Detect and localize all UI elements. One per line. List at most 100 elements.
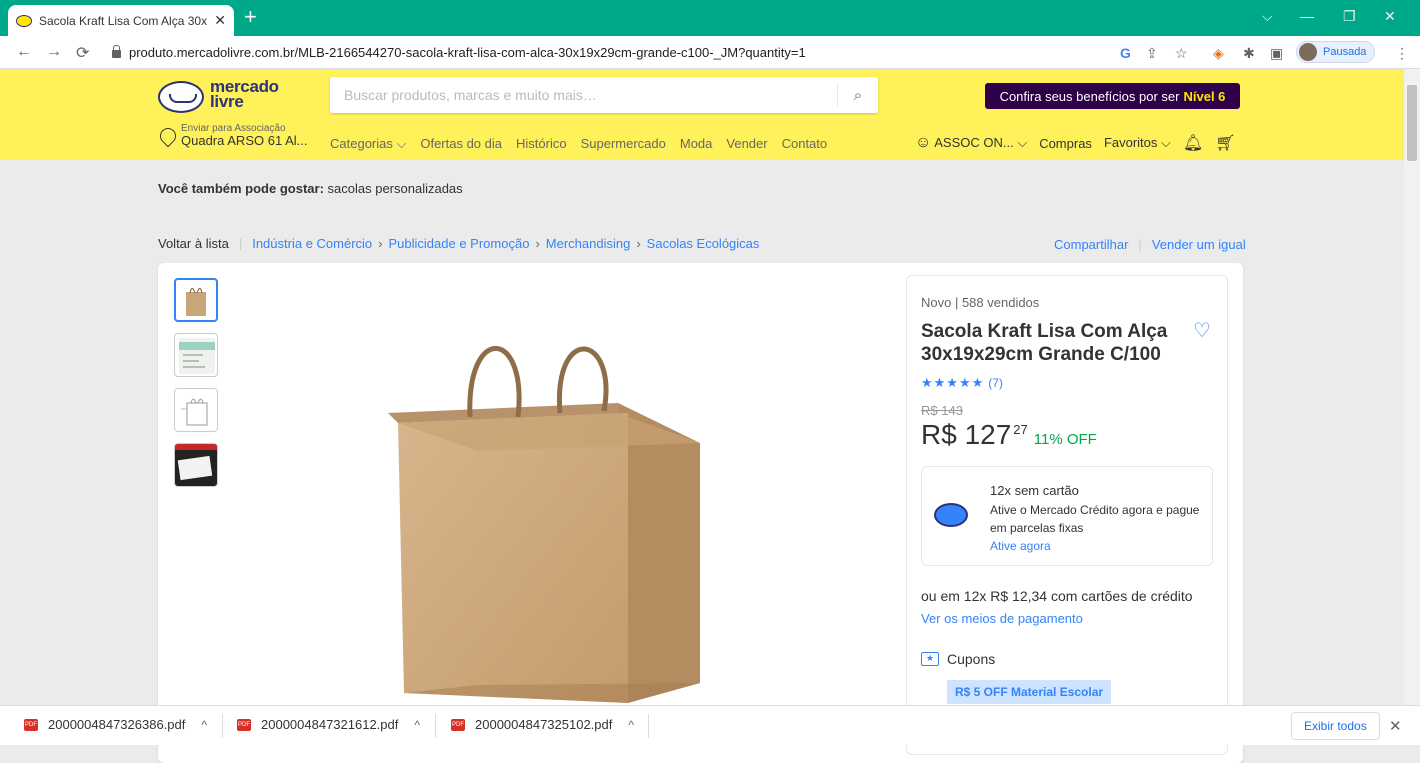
window-close-icon[interactable]: ✕ [1384,8,1396,25]
restore-icon[interactable]: ❐ [1343,8,1356,25]
account-label: ASSOC ON... ⌵ [934,135,1028,150]
mercado-livre-logo[interactable]: mercado livre [158,78,288,115]
account-menu[interactable]: ☺ ASSOC ON... ⌵ [915,134,1027,152]
scrollbar-thumb[interactable] [1407,85,1417,161]
coupons-label: Cupons [947,651,996,667]
product-image[interactable] [378,333,718,713]
chevron-up-icon[interactable]: ^ [414,718,420,732]
thumbnail-2[interactable] [174,333,218,377]
minimize-icon[interactable]: — [1300,8,1314,24]
pdf-file-icon: PDF [451,718,465,731]
tab-search-icon[interactable]: ⌵ [1262,8,1273,25]
back-to-list-link[interactable]: Voltar à lista [158,236,229,251]
show-all-downloads-button[interactable]: Exibir todos [1291,712,1380,740]
menu-kebab-icon[interactable]: ⋮ [1395,45,1409,62]
nav-ofertas[interactable]: Ofertas do dia [420,136,502,152]
address-bar[interactable]: produto.mercadolivre.com.br/MLB-21665442… [104,40,1154,65]
share-link[interactable]: Compartilhar [1054,237,1128,252]
close-download-bar-icon[interactable]: ✕ [1389,717,1402,735]
favorite-heart-icon[interactable]: ♡ [1193,318,1211,343]
credit-text: Ative o Mercado Crédito agora e pague em… [990,503,1200,535]
download-item[interactable]: PDF 2000004847325102.pdf ^ [451,717,634,732]
search-input[interactable] [330,77,837,113]
thumbnail-4[interactable] [174,443,218,487]
share-links: Compartilhar | Vender um igual [1054,237,1246,252]
download-bar: PDF 2000004847326386.pdf ^ PDF 200000484… [0,705,1420,745]
handshake-icon [158,81,204,113]
share-icon[interactable]: ⇪ [1146,45,1158,62]
breadcrumb: Voltar à lista | Indústria e Comércio › … [158,236,759,251]
download-filename: 2000004847325102.pdf [475,717,613,732]
coupon-chip[interactable]: R$ 5 OFF Material Escolar [947,680,1112,704]
extension-icon[interactable]: ◈ [1213,45,1224,62]
forward-icon[interactable]: → [46,43,62,61]
location-value: Quadra ARSO 61 Al... [181,133,308,148]
location-pin-icon [156,124,180,148]
notifications-bell-icon[interactable]: 🔔︎ [1183,133,1203,153]
tab-bar: Sacola Kraft Lisa Com Alça 30x19 ✕ + ⌵ —… [0,0,1420,36]
browser-tab[interactable]: Sacola Kraft Lisa Com Alça 30x19 ✕ [8,5,234,36]
sell-same-link[interactable]: Vender um igual [1152,237,1246,252]
rating-count: (7) [988,376,1003,390]
back-icon[interactable]: ← [16,43,32,61]
activate-credit-link[interactable]: Ative agora [990,539,1051,553]
nav-categorias[interactable]: Categorias ⌵ [330,136,406,152]
pdf-file-icon: PDF [24,718,38,731]
thumbnail-3[interactable] [174,388,218,432]
url-text: produto.mercadolivre.com.br/MLB-21665442… [129,45,806,60]
nav-contato[interactable]: Contato [782,136,828,152]
thumbnail-1[interactable] [174,278,218,322]
mercado-credito-box: 12x sem cartão Ative o Mercado Crédito a… [921,466,1213,566]
profile-label: Pausada [1323,46,1367,58]
loyalty-banner[interactable]: Confira seus benefícios por ser Nível 6 [985,83,1240,109]
download-item[interactable]: PDF 2000004847321612.pdf ^ [237,717,420,732]
favorites-menu[interactable]: Favoritos ⌵ [1104,135,1171,151]
reload-icon[interactable]: ⟳ [76,43,89,63]
user-icon: ☺ [915,134,932,151]
rating[interactable]: ★★★★★ (7) [921,375,1003,391]
original-price: R$ 143 [921,403,963,418]
shipping-location[interactable]: Enviar para Associação Quadra ARSO 61 Al… [156,124,308,148]
extensions-puzzle-icon[interactable]: ✱ [1243,45,1255,62]
breadcrumb-item[interactable]: Publicidade e Promoção [389,236,530,251]
lock-icon[interactable] [112,44,121,58]
breadcrumb-item[interactable]: Merchandising [546,236,631,251]
recommendation-line: Você também pode gostar: sacolas persona… [158,181,463,196]
breadcrumb-item[interactable]: Sacolas Ecológicas [647,236,760,251]
payment-methods-link[interactable]: Ver os meios de pagamento [921,611,1083,626]
breadcrumb-chevron-icon: › [378,236,383,251]
download-item[interactable]: PDF 2000004847326386.pdf ^ [24,717,207,732]
profile-button[interactable]: Pausada [1296,41,1376,63]
mercado-pago-icon [934,503,968,527]
chevron-up-icon[interactable]: ^ [201,718,207,732]
site-header: mercadolivre ⌕ Confira seus benefícios p… [0,69,1420,160]
download-divider [648,714,649,738]
nav-supermercado[interactable]: Supermercado [581,136,666,152]
coupons-section: ★ Cupons [921,651,995,667]
breadcrumb-divider: | [238,236,243,251]
search-icon[interactable]: ⌕ [838,87,878,104]
pdf-file-icon: PDF [237,718,251,731]
side-panel-icon[interactable]: ▣ [1270,45,1283,62]
account-nav: ☺ ASSOC ON... ⌵ Compras Favoritos ⌵ 🔔︎ 🛒… [915,133,1236,153]
nav-historico[interactable]: Histórico [516,136,567,152]
nav-vender[interactable]: Vender [726,136,767,152]
new-tab-button[interactable]: + [244,6,257,28]
search-box: ⌕ [330,77,878,113]
credit-title: 12x sem cartão [990,483,1079,498]
recommendation-link[interactable]: sacolas personalizadas [328,181,463,196]
current-price: R$ 127 27 11% OFF [921,419,1097,451]
discount-badge: 11% OFF [1033,431,1097,448]
category-nav: Categorias ⌵ Ofertas do dia Histórico Su… [330,136,827,152]
cart-icon[interactable]: 🛒︎ [1215,133,1235,153]
tab-close-icon[interactable]: ✕ [214,12,226,29]
nav-moda[interactable]: Moda [680,136,713,152]
buy-box: Novo | 588 vendidos Sacola Kraft Lisa Co… [906,275,1228,755]
bookmark-star-icon[interactable]: ☆ [1175,45,1188,62]
google-icon[interactable]: G [1120,45,1131,61]
breadcrumb-item[interactable]: Indústria e Comércio [252,236,372,251]
chevron-up-icon[interactable]: ^ [628,718,634,732]
page-scrollbar[interactable] [1404,69,1420,705]
purchases-link[interactable]: Compras [1039,136,1092,151]
price-main: R$ 127 [921,419,1012,450]
